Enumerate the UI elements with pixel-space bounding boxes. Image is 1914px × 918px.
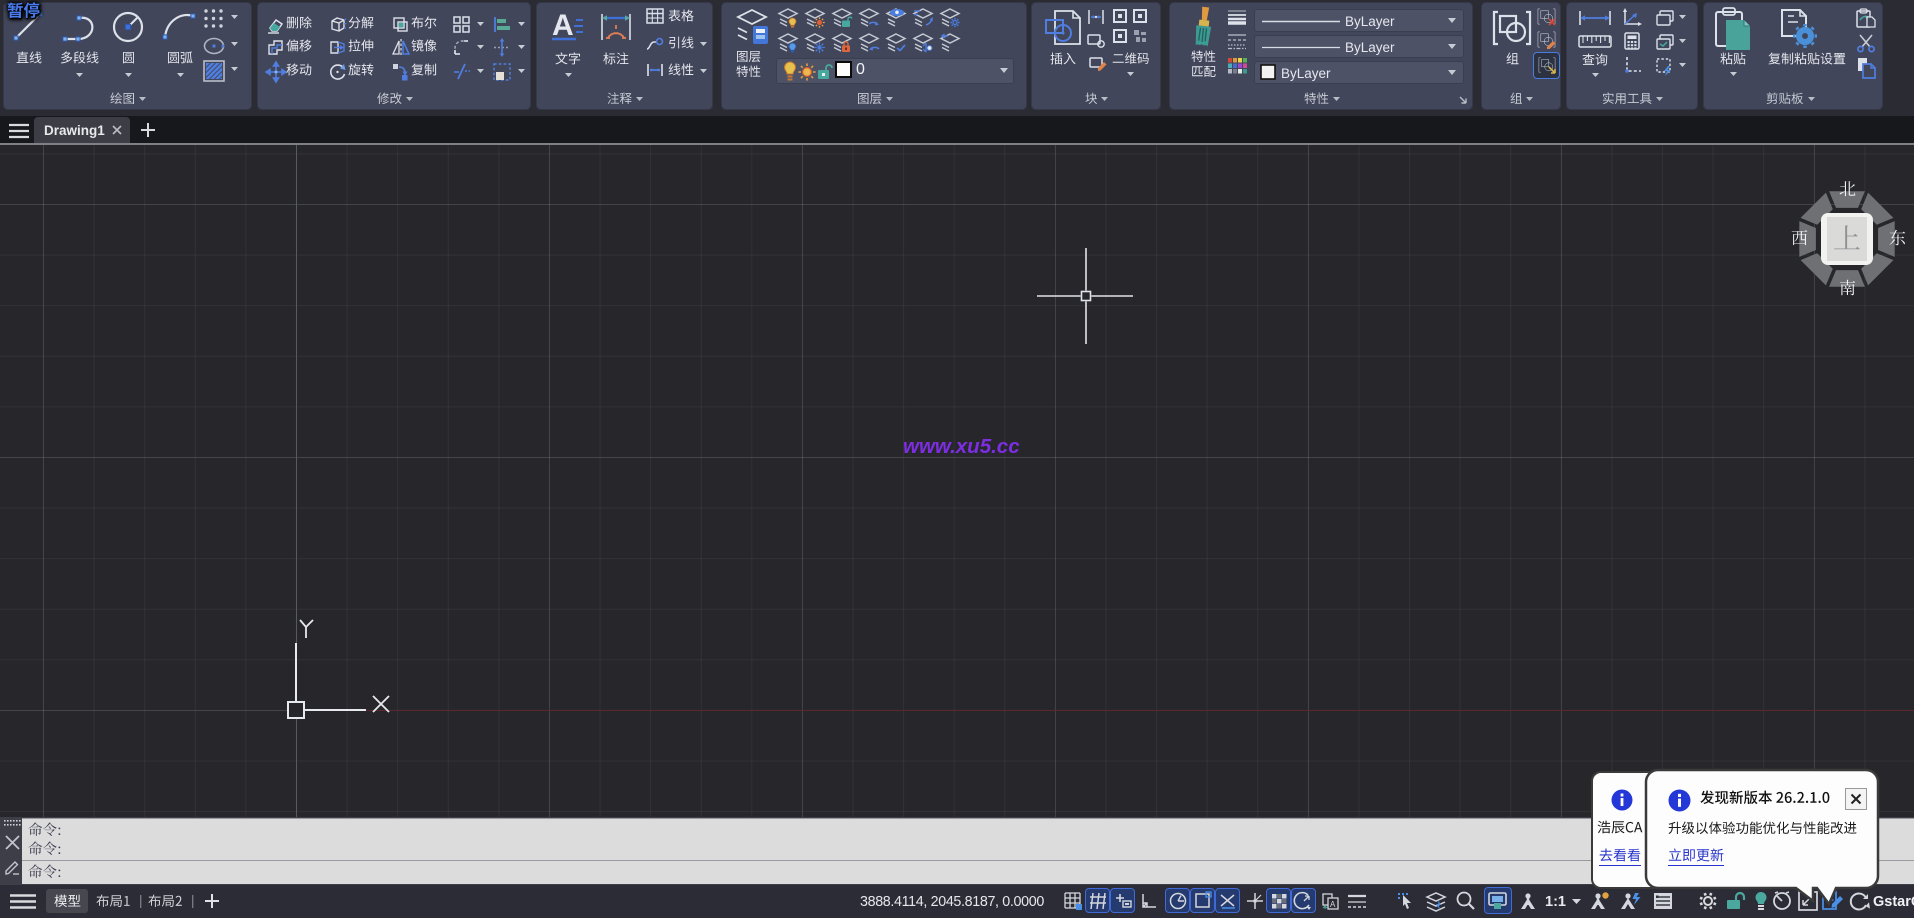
svg-text:A: A [552,9,574,42]
svg-text:A: A [1330,900,1336,909]
